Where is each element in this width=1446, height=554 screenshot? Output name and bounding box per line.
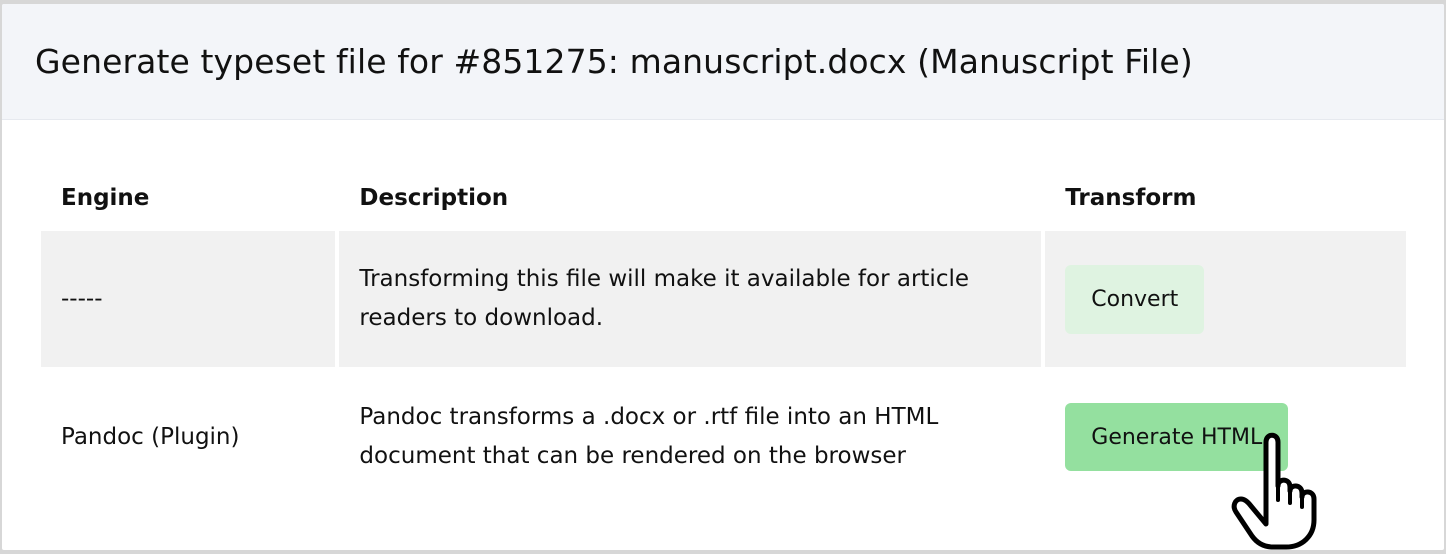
modal-title: Generate typeset file for #851275: manus… — [35, 42, 1193, 81]
table-header: Engine Description Transform — [41, 165, 1406, 231]
transform-cell: Generate HTML — [1045, 367, 1406, 507]
table-row: ----- Transforming this file will make i… — [41, 231, 1406, 367]
column-header-transform: Transform — [1065, 185, 1197, 211]
column-header-engine: Engine — [61, 185, 150, 211]
engine-cell: Pandoc (Plugin) — [41, 367, 336, 507]
generate-html-button[interactable]: Generate HTML — [1065, 403, 1289, 471]
modal-header: Generate typeset file for #851275: manus… — [2, 4, 1444, 120]
description-cell: Pandoc transforms a .docx or .rtf file i… — [339, 367, 1042, 507]
transform-cell: Convert — [1045, 231, 1406, 367]
convert-button[interactable]: Convert — [1065, 264, 1205, 334]
column-header-description: Description — [359, 185, 509, 211]
engine-table: Engine Description Transform ----- Trans… — [37, 165, 1410, 507]
engine-cell: ----- — [41, 231, 336, 367]
description-cell: Transforming this file will make it avai… — [339, 231, 1042, 367]
table-row: Pandoc (Plugin) Pandoc transforms a .doc… — [41, 367, 1406, 507]
